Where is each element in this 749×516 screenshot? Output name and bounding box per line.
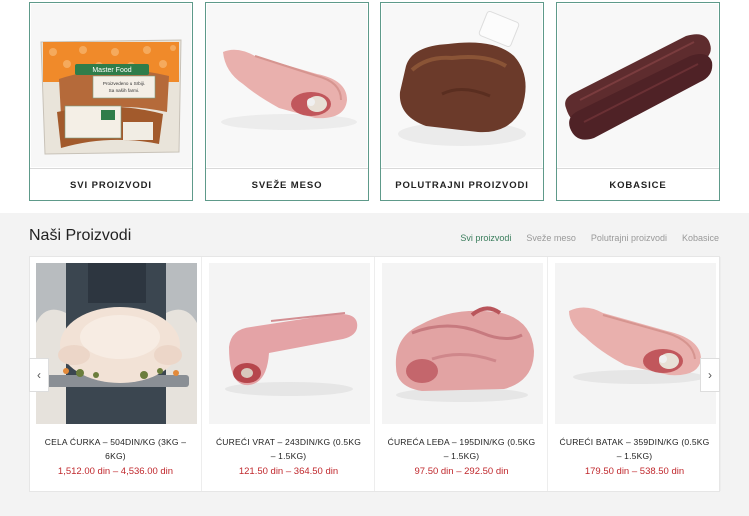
product-filter-tabs: Svi proizvodi Sveže meso Polutrajni proi… — [460, 233, 719, 243]
category-label[interactable]: POLUTRAJNI PROIZVODI — [381, 168, 543, 201]
product-name[interactable]: ĆUREĆI VRAT – 243DIN/KG (0.5KG – 1.5KG) — [213, 435, 364, 463]
category-grid: Master Food Proizvedeno u Srbiji. Sa naš… — [0, 0, 749, 213]
tab-sausages[interactable]: Kobasice — [682, 233, 719, 243]
product-name[interactable]: CELA ĆURKA – 504DIN/KG (3KG – 6KG) — [40, 435, 191, 463]
category-image-smoked-meat[interactable] — [382, 4, 542, 167]
category-label[interactable]: SVI PROIZVODI — [30, 168, 192, 201]
chevron-left-icon: ‹ — [37, 368, 41, 382]
product-price: 179.50 din – 538.50 din — [584, 466, 685, 477]
product-image-whole-turkey[interactable] — [36, 263, 197, 424]
tab-all-products[interactable]: Svi proizvodi — [460, 233, 511, 243]
category-card-sausages[interactable]: KOBASICE — [556, 2, 720, 201]
category-image-package[interactable]: Master Food Proizvedeno u Srbiji. Sa naš… — [31, 4, 191, 167]
chevron-right-icon: › — [708, 368, 712, 382]
products-section: Naši Proizvodi Svi proizvodi Sveže meso … — [0, 213, 749, 516]
carousel-prev-button[interactable]: ‹ — [29, 358, 49, 392]
product-card[interactable]: CELA ĆURKA – 504DIN/KG (3KG – 6KG) 1,512… — [30, 257, 202, 491]
category-card-fresh-meat[interactable]: SVEŽE MESO — [205, 2, 369, 201]
product-image-turkey-back[interactable] — [382, 263, 543, 424]
product-card[interactable]: ĆUREĆI BATAK – 359DIN/KG (0.5KG – 1.5KG)… — [549, 257, 721, 491]
product-name[interactable]: ĆUREĆA LEĐA – 195DIN/KG (0.5KG – 1.5KG) — [386, 435, 537, 463]
category-card-semi-durable[interactable]: POLUTRAJNI PROIZVODI — [380, 2, 544, 201]
carousel-next-button[interactable]: › — [700, 358, 720, 392]
product-price: 97.50 din – 292.50 din — [414, 466, 509, 477]
product-carousel: CELA ĆURKA – 504DIN/KG (3KG – 6KG) 1,512… — [29, 256, 721, 492]
product-price: 121.50 din – 364.50 din — [238, 466, 339, 477]
tab-semi-durable[interactable]: Polutrajni proizvodi — [591, 233, 667, 243]
package-text-line-2: Sa naših farmi. — [109, 88, 140, 93]
package-brand: Master Food — [92, 67, 131, 74]
category-card-all-products[interactable]: Master Food Proizvedeno u Srbiji. Sa naš… — [29, 2, 193, 201]
tab-fresh-meat[interactable]: Sveže meso — [526, 233, 576, 243]
product-image-turkey-drumstick[interactable] — [555, 263, 716, 424]
product-image-turkey-neck[interactable] — [209, 263, 370, 424]
category-image-sausages[interactable] — [558, 4, 718, 167]
product-name[interactable]: ĆUREĆI BATAK – 359DIN/KG (0.5KG – 1.5KG) — [559, 435, 710, 463]
product-price: 1,512.00 din – 4,536.00 din — [57, 466, 174, 477]
category-image-turkey-leg[interactable] — [207, 4, 367, 167]
category-label[interactable]: SVEŽE MESO — [206, 168, 368, 201]
product-card[interactable]: ĆUREĆI VRAT – 243DIN/KG (0.5KG – 1.5KG) … — [203, 257, 375, 491]
category-label[interactable]: KOBASICE — [557, 168, 719, 201]
section-title: Naši Proizvodi — [29, 227, 132, 244]
package-text-line-1: Proizvedeno u Srbiji. — [103, 81, 145, 86]
product-card[interactable]: ĆUREĆA LEĐA – 195DIN/KG (0.5KG – 1.5KG) … — [376, 257, 548, 491]
